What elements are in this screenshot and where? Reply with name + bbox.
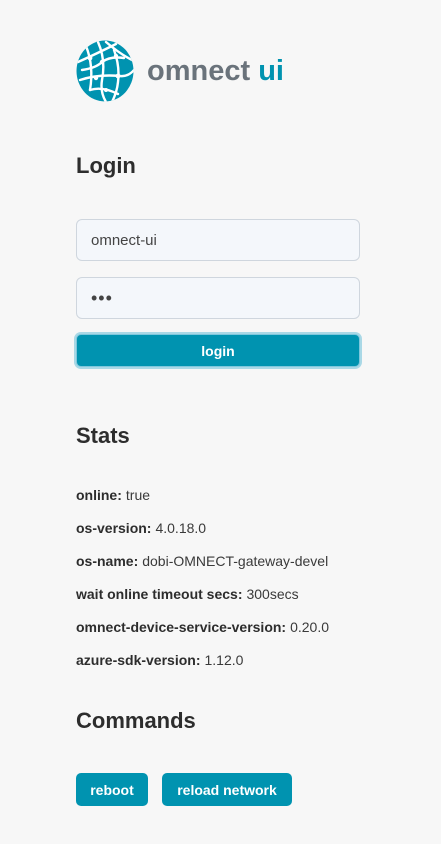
stat-row-azure-sdk-version: azure-sdk-version: 1.12.0	[76, 650, 329, 683]
stat-row-device-service-version: omnect-device-service-version: 0.20.0	[76, 617, 329, 650]
stat-row-online: online: true	[76, 485, 329, 518]
stat-key: azure-sdk-version:	[76, 652, 201, 668]
stats-heading: Stats	[76, 423, 130, 448]
stat-row-os-name: os-name: dobi-OMNECT-gateway-devel	[76, 551, 329, 584]
stat-key: os-version:	[76, 520, 152, 536]
reboot-button[interactable]: reboot	[76, 773, 148, 806]
brand-main-text: omnect	[147, 55, 251, 87]
brand-title: omnect ui	[147, 57, 284, 86]
stat-key: os-name:	[76, 553, 139, 569]
reload-network-button[interactable]: reload network	[162, 773, 292, 806]
stat-key: online:	[76, 487, 122, 503]
header: omnect ui	[76, 40, 284, 102]
stat-key: wait online timeout secs:	[76, 586, 243, 602]
omnect-globe-logo-icon	[76, 40, 134, 102]
stat-value: 300secs	[246, 586, 299, 602]
brand-accent-text: ui	[258, 55, 284, 87]
stat-value: dobi-OMNECT-gateway-devel	[142, 553, 329, 569]
stat-value: 0.20.0	[290, 619, 330, 635]
stat-value: 4.0.18.0	[155, 520, 207, 536]
commands-heading: Commands	[76, 708, 196, 733]
stat-row-os-version: os-version: 4.0.18.0	[76, 518, 329, 551]
stat-key: omnect-device-service-version:	[76, 619, 287, 635]
stat-value: true	[125, 487, 151, 503]
stat-value: 1.12.0	[204, 652, 244, 668]
page: omnect ui Login login Stats online:true …	[0, 0, 441, 844]
login-button[interactable]: login	[76, 334, 360, 367]
stats-list: online: true os-version: 4.0.18.0 os-name:…	[76, 485, 329, 683]
login-heading: Login	[76, 153, 136, 178]
username-field[interactable]	[76, 219, 360, 261]
stat-row-wait-online-timeout: wait online timeout secs: 300secs	[76, 584, 329, 617]
password-field[interactable]	[76, 277, 360, 319]
